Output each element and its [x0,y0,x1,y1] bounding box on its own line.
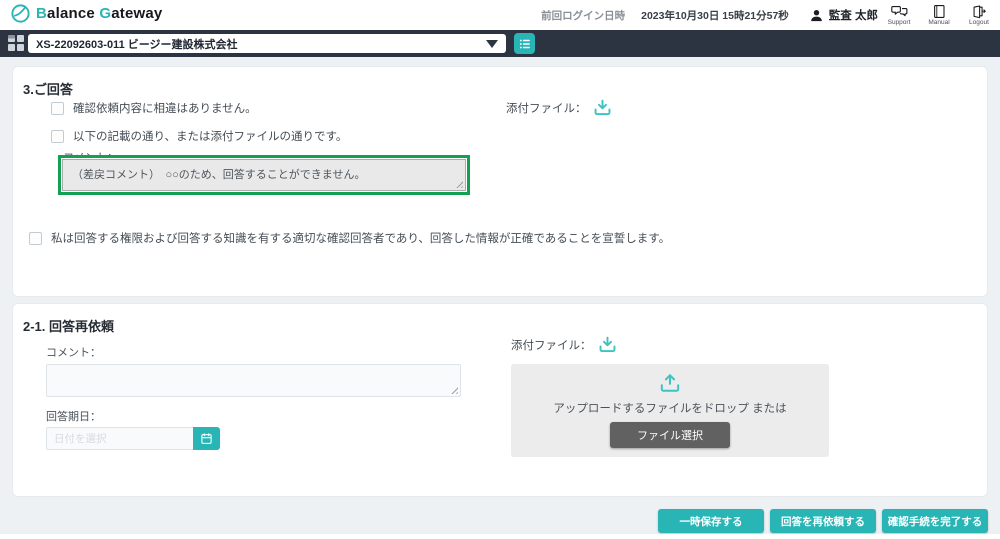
attachment-label: 添付ファイル： [511,337,592,353]
complete-button[interactable]: 確認手続を完了する [882,509,988,533]
app-header: Balance Gateway 前回ログイン日時 2023年10月30日 15時… [0,0,1000,30]
checkbox-as-described[interactable]: 以下の記載の通り、または添付ファイルの通りです。 [51,128,347,144]
logo-swoosh-icon [10,3,31,24]
rerequest-button[interactable]: 回答を再依頼する [770,509,876,533]
rerequest-comment-label: コメント： [46,344,101,360]
save-draft-button[interactable]: 一時保存する [658,509,764,533]
header-right: 前回ログイン日時 2023年10月30日 15時21分57秒 監査 太郎 Sup… [541,0,998,30]
last-login-value: 2023年10月30日 15時21分57秒 [641,8,789,23]
support-label: Support [888,19,911,26]
logout-label: Logout [969,19,989,26]
page: Balance Gateway 前回ログイン日時 2023年10月30日 15時… [0,0,1000,539]
calendar-icon [200,432,213,445]
response-section-title: 3.ご回答 [23,79,73,98]
user-icon [809,8,824,23]
dropdown-arrow-icon [486,40,498,48]
upload-icon [659,373,681,393]
case-select-dropdown[interactable]: XS-22092603-011 ビージー建設株式会社 [28,34,506,53]
calendar-button[interactable] [193,427,220,450]
download-icon[interactable] [598,336,617,353]
checkbox-label: 以下の記載の通り、または添付ファイルの通りです。 [73,128,347,144]
response-attachment: 添付ファイル： [506,99,612,116]
file-dropzone[interactable]: アップロードするファイルをドロップ または ファイル選択 [511,364,829,457]
rerequest-comment-textarea[interactable] [46,364,461,397]
checkbox-label: 確認依頼内容に相違はありません。 [73,100,257,116]
logout-button[interactable]: Logout [960,4,998,26]
last-login-label: 前回ログイン日時 [541,8,625,23]
manual-book-icon [932,4,946,19]
rerequest-section-title: 2-1. 回答再依頼 [23,316,114,335]
resize-handle[interactable] [449,385,458,394]
due-date-group [46,427,220,450]
support-chat-icon [891,4,908,19]
download-icon[interactable] [593,99,612,116]
main-content: 3.ご回答 確認依頼内容に相違はありません。 添付ファイル： 以下の記載の通り、… [0,57,1000,539]
checkbox-declaration[interactable]: 私は回答する権限および回答する知識を有する適切な確認回答者であり、回答した情報が… [29,230,670,246]
user-name: 監査 太郎 [829,7,878,23]
list-view-button[interactable] [514,33,535,54]
rerequest-attachment: 添付ファイル： [511,336,617,353]
navbar: XS-22092603-011 ビージー建設株式会社 [0,30,1000,57]
declaration-label: 私は回答する権限および回答する知識を有する適切な確認回答者であり、回答した情報が… [51,230,670,246]
rerequest-section: 2-1. 回答再依頼 コメント： 回答期日： 添付ファイル： [12,303,988,497]
dropzone-text: アップロードするファイルをドロップ または [511,400,829,416]
footer-actions: 一時保存する 回答を再依頼する 確認手続を完了する [658,509,988,533]
brand-text: Balance Gateway [36,5,162,22]
resize-handle[interactable] [454,179,463,188]
checkbox-no-discrepancy[interactable]: 確認依頼内容に相違はありません。 [51,100,257,116]
apps-grid-icon[interactable] [8,35,25,52]
user-info: 監査 太郎 [809,7,878,23]
checkbox-box[interactable] [29,232,42,245]
checkbox-box[interactable] [51,130,64,143]
list-icon [518,37,532,51]
manual-label: Manual [928,19,949,26]
attachment-label: 添付ファイル： [506,100,587,116]
logout-door-icon [971,4,987,19]
app-logo: Balance Gateway [10,3,162,24]
case-select-value: XS-22092603-011 ビージー建設株式会社 [36,36,238,52]
manual-button[interactable]: Manual [920,4,958,26]
bottom-strip [0,534,1000,539]
response-section: 3.ご回答 確認依頼内容に相違はありません。 添付ファイル： 以下の記載の通り、… [12,66,988,297]
due-date-input[interactable] [46,427,193,450]
response-comment-textarea[interactable]: （差戻コメント） ○○のため、回答することができません。 [62,159,466,191]
checkbox-box[interactable] [51,102,64,115]
support-button[interactable]: Support [880,4,918,26]
due-date-label: 回答期日： [46,408,101,424]
file-select-button[interactable]: ファイル選択 [610,422,730,448]
comment-text: （差戻コメント） ○○のため、回答することができません。 [72,169,365,181]
highlight-annotation: （差戻コメント） ○○のため、回答することができません。 [58,155,470,195]
